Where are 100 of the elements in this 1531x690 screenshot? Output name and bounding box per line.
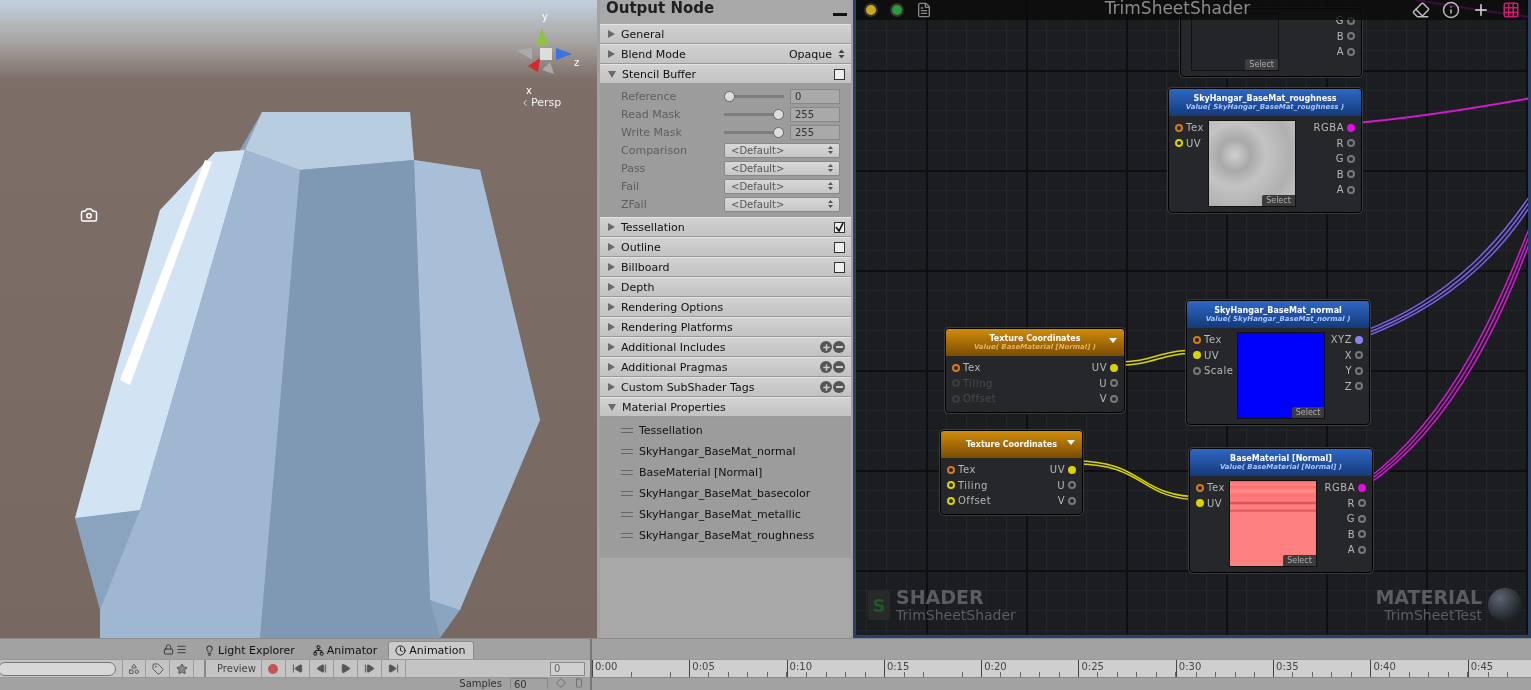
port-label: A	[1347, 544, 1355, 556]
section-header[interactable]: Custom SubShader Tags	[600, 377, 851, 397]
preview-button[interactable]: Preview	[212, 660, 262, 677]
checkbox[interactable]	[834, 241, 845, 253]
dropdown-icon[interactable]	[1109, 338, 1117, 343]
property-name[interactable]: SkyHangar_BaseMat_normal	[639, 445, 796, 458]
checkbox[interactable]	[834, 221, 845, 233]
section-header[interactable]: Rendering Options	[600, 297, 851, 317]
dropdown[interactable]: <Default>	[724, 142, 840, 158]
slider-thumb[interactable]	[724, 90, 735, 102]
shapes-icon[interactable]	[122, 660, 146, 677]
eraser-icon[interactable]	[1412, 1, 1430, 19]
checkbox[interactable]	[834, 68, 845, 80]
updown-caret-icon	[828, 200, 833, 208]
clock-icon	[395, 645, 407, 656]
slider-thumb[interactable]	[773, 126, 784, 138]
projection-label[interactable]: Persp	[531, 96, 562, 109]
section-header[interactable]: Depth	[600, 277, 851, 297]
port-label: V	[1057, 495, 1065, 507]
drag-handle-icon[interactable]	[621, 512, 633, 517]
remove-icon[interactable]	[833, 341, 845, 353]
tab[interactable]: Light Explorer	[197, 641, 304, 659]
tab[interactable]: Animation	[388, 641, 475, 659]
dropdown-icon[interactable]	[1067, 440, 1075, 445]
updown-caret-icon	[828, 182, 833, 190]
port-label: Y	[1345, 365, 1352, 377]
select-button[interactable]: Select	[1283, 555, 1316, 566]
section-header[interactable]: Outline	[600, 237, 851, 257]
add-icon[interactable]	[1472, 1, 1490, 19]
port-label: XYZ	[1330, 334, 1352, 346]
dropdown-value[interactable]: Opaque	[788, 47, 832, 61]
status-icon[interactable]	[890, 3, 904, 17]
port-label: R	[1336, 137, 1344, 149]
add-icon[interactable]	[820, 361, 832, 373]
section-label: Tessellation	[621, 220, 686, 234]
time-tick-label: 0:15	[886, 661, 910, 672]
time-tick-label: 0:30	[1178, 661, 1202, 672]
section-header[interactable]: Tessellation	[600, 217, 851, 237]
field-label: Fail	[621, 179, 641, 193]
property-name[interactable]: SkyHangar_BaseMat_roughness	[639, 529, 815, 542]
select-button[interactable]: Select	[1245, 59, 1278, 70]
add-icon[interactable]	[820, 341, 832, 353]
node-title: Texture Coordinates	[989, 334, 1081, 343]
material-name: TrimSheetTest	[1384, 607, 1482, 623]
section-header[interactable]: General	[600, 24, 851, 44]
port-label: R	[1347, 497, 1355, 509]
section-header[interactable]: Blend Mode Opaque	[600, 44, 851, 64]
updown-caret-icon	[828, 146, 833, 154]
search-field[interactable]	[0, 661, 116, 676]
remove-icon[interactable]	[833, 381, 845, 393]
number-field[interactable]: 255	[790, 124, 840, 140]
remove-icon[interactable]	[833, 361, 845, 373]
grid-icon[interactable]	[1502, 1, 1520, 19]
section-label: Additional Includes	[621, 340, 727, 354]
drag-handle-icon[interactable]	[621, 470, 633, 475]
add-icon[interactable]	[820, 381, 832, 393]
port-label: UV	[1186, 137, 1202, 149]
time-tick-label: 0:20	[984, 661, 1007, 672]
dropdown[interactable]: <Default>	[724, 178, 840, 194]
drag-handle-icon[interactable]	[621, 449, 633, 454]
tab[interactable]: Animator	[305, 641, 387, 659]
property-name[interactable]: SkyHangar_BaseMat_metallic	[639, 508, 801, 521]
info-icon[interactable]	[1442, 1, 1460, 19]
drag-handle-icon[interactable]	[621, 428, 633, 433]
lightbulb-icon	[204, 645, 215, 656]
property-name[interactable]: SkyHangar_BaseMat_basecolor	[639, 487, 811, 500]
section-header[interactable]: Material Properties	[600, 397, 851, 417]
document-icon[interactable]	[916, 2, 932, 18]
property-name[interactable]: Tessellation	[639, 424, 703, 437]
dropdown[interactable]: <Default>	[724, 196, 840, 212]
property-name[interactable]: BaseMaterial [Normal]	[639, 466, 763, 479]
section-header[interactable]: Billboard	[600, 257, 851, 277]
samples-field[interactable]: 60	[510, 678, 548, 689]
section-header[interactable]: Rendering Platforms	[600, 317, 851, 337]
time-tick-label: 0:40	[1373, 661, 1396, 672]
drag-handle-icon[interactable]	[621, 533, 633, 538]
frame-field[interactable]: 0	[550, 661, 585, 676]
nodes-icon	[312, 645, 324, 656]
section-header[interactable]: Stencil Buffer	[600, 64, 851, 84]
chevron-left-icon	[520, 97, 530, 108]
checkbox[interactable]	[834, 261, 845, 273]
panel-title: Output Node	[606, 0, 715, 16]
number-field[interactable]: 0	[790, 88, 840, 104]
section-header[interactable]: Additional Includes	[600, 337, 851, 357]
dropdown[interactable]: <Default>	[724, 160, 840, 176]
time-tick-label: 0:00	[595, 661, 618, 672]
port-label: U	[1057, 479, 1065, 491]
menu-icon[interactable]	[176, 643, 187, 655]
number-field[interactable]: 255	[790, 106, 840, 122]
port-label: UV	[1204, 349, 1220, 361]
section-header[interactable]: Additional Pragmas	[600, 357, 851, 377]
select-button[interactable]: Select	[1291, 407, 1325, 418]
shader-name: TrimSheetShader	[896, 607, 1016, 623]
select-button[interactable]: Select	[1262, 195, 1295, 206]
port-label: A	[1336, 46, 1344, 58]
slider-thumb[interactable]	[773, 108, 784, 120]
port-label: Tex	[1207, 482, 1225, 494]
drag-handle-icon[interactable]	[621, 491, 633, 496]
lock-icon[interactable]	[163, 643, 174, 655]
port-label: X	[1344, 349, 1352, 361]
